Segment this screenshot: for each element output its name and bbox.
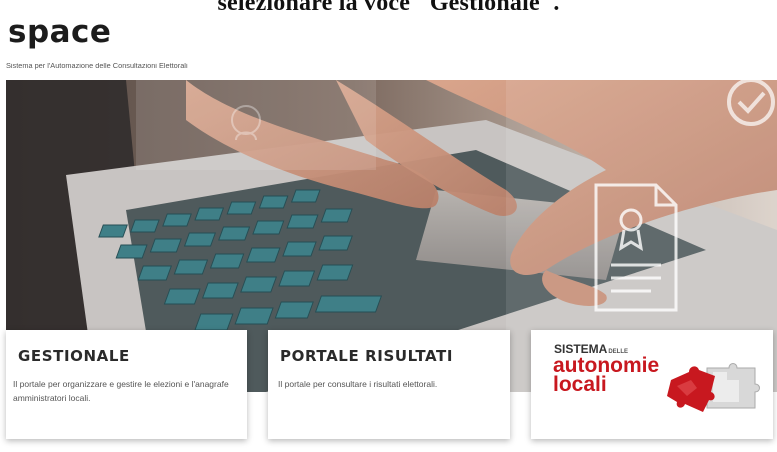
gestionale-title: GESTIONALE [18,347,130,365]
logo-autonomie-locali: autonomie locali [553,355,659,396]
portale-risultati-card[interactable]: PORTALE RISULTATI Il portale per consult… [268,330,510,439]
portale-risultati-description: Il portale per consultare i risultati el… [278,379,438,389]
instruction-caption: selezionare la voce "Gestionale". [217,0,560,16]
brand-logo[interactable]: space [8,14,111,50]
autonomie-locali-card[interactable]: SISTEMADELLE autonomie locali [531,330,773,439]
logo-locali-text: locali [553,373,607,396]
puzzle-icon [667,363,760,412]
portale-risultati-title: PORTALE RISULTATI [280,347,454,365]
gestionale-card[interactable]: GESTIONALE Il portale per organizzare e … [6,330,247,439]
brand-subtitle: Sistema per l'Automazione delle Consulta… [6,63,188,70]
gestionale-description: Il portale per organizzare e gestire le … [13,379,229,403]
